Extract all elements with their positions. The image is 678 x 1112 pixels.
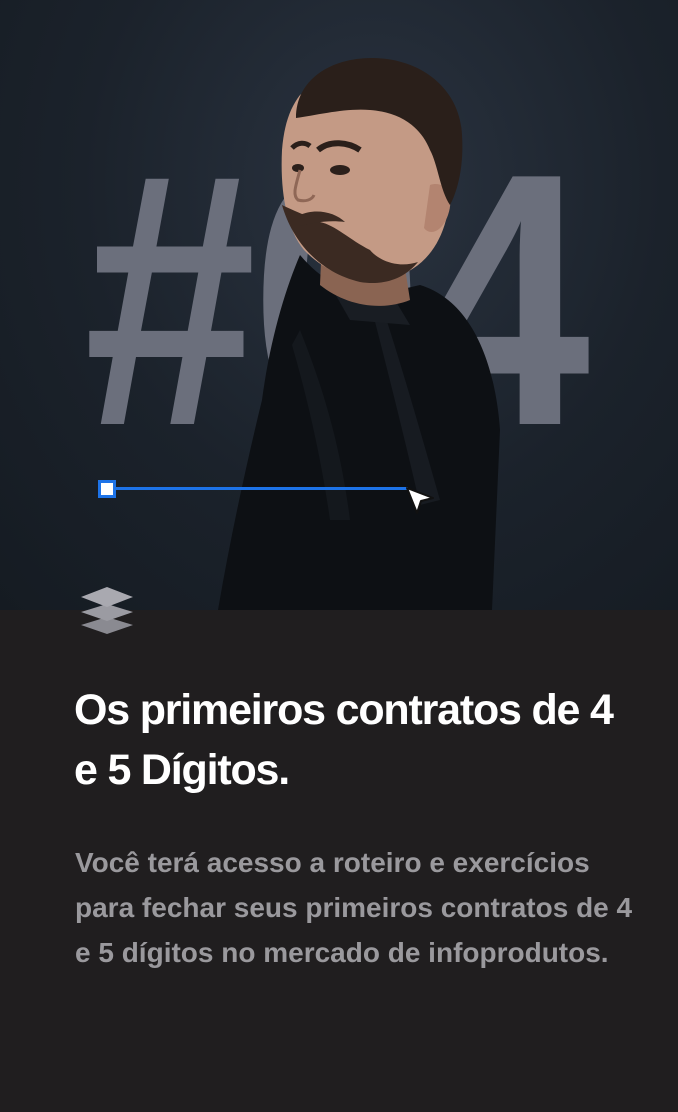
module-card: #04 [0,0,678,1112]
cursor-arrow-icon [406,487,434,514]
selection-handle[interactable] [98,480,116,498]
selection-line[interactable] [108,487,408,490]
hero-image: #04 [0,0,678,610]
card-description: Você terá acesso a roteiro e exercícios … [75,847,633,968]
layers-icon [81,587,133,634]
person-photo [218,58,500,610]
card-title: Os primeiros contratos de 4 e 5 Dígitos. [74,686,614,794]
